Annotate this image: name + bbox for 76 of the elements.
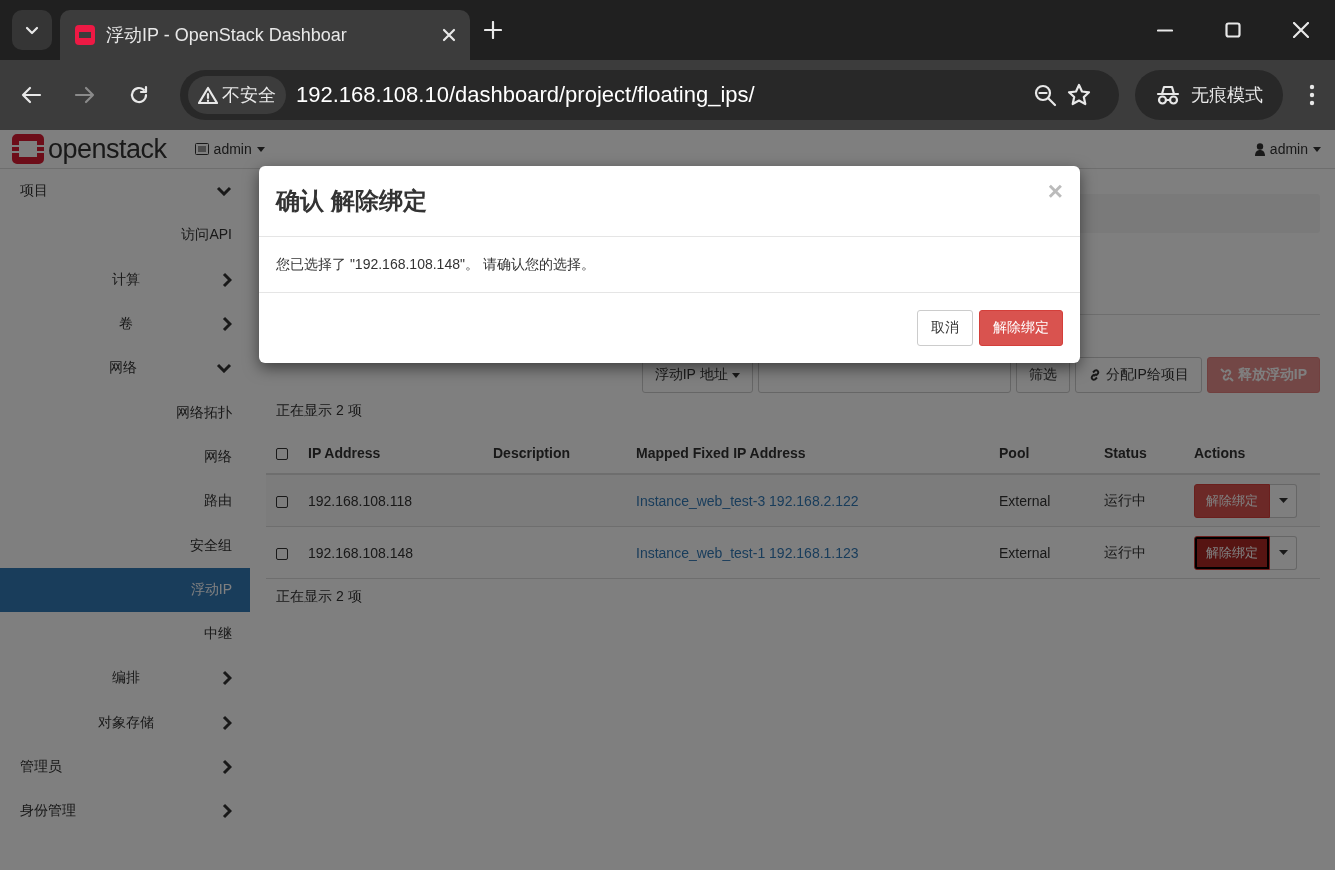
tab-search-button[interactable] — [12, 10, 52, 50]
caret-down-icon — [731, 372, 740, 378]
table-cell: 运行中 — [1094, 526, 1184, 579]
nav-group[interactable]: 网络 — [0, 346, 250, 391]
nav-item[interactable]: 网络 — [0, 434, 250, 480]
nav-item[interactable]: 路由 — [0, 479, 250, 524]
chevron-down-icon — [216, 186, 232, 197]
caret-down-icon — [256, 146, 265, 152]
chevron-right-icon — [222, 316, 232, 333]
user-icon — [1254, 142, 1265, 156]
more-vertical-icon — [1309, 84, 1315, 106]
user-dropdown[interactable]: admin — [1254, 141, 1321, 157]
star-icon[interactable] — [1067, 83, 1091, 107]
maximize-icon — [1225, 22, 1241, 38]
reload-icon — [128, 84, 150, 106]
server-list-icon — [194, 143, 209, 155]
project-dropdown[interactable]: admin — [194, 141, 265, 157]
openstack-logo-icon — [12, 134, 44, 164]
nav-group[interactable]: 编排 — [0, 656, 250, 701]
chevron-right-icon — [222, 670, 232, 687]
cancel-button[interactable]: 取消 — [917, 310, 973, 346]
disassociate-button[interactable]: 解除绑定 — [1194, 483, 1270, 518]
select-all-checkbox[interactable] — [276, 447, 288, 460]
warning-icon — [198, 86, 218, 104]
browser-tab[interactable]: 浮动IP - OpenStack Dashboar — [60, 10, 470, 60]
chevron-right-icon — [222, 271, 232, 288]
table-cell: External — [989, 474, 1094, 527]
zoom-out-icon[interactable] — [1033, 83, 1057, 107]
nav-group[interactable]: 身份管理 — [0, 789, 250, 834]
instance-link[interactable]: Instance_web_test-3 192.168.2.122 — [636, 492, 859, 509]
actions-dropdown-button[interactable] — [1270, 535, 1297, 570]
chevron-down-icon — [216, 363, 232, 374]
nav-item[interactable]: 安全组 — [0, 523, 250, 568]
dialog-title: 确认 解除绑定 — [276, 186, 428, 216]
dialog-message: 您已选择了 "192.168.108.148"。 请确认您的选择。 — [276, 255, 595, 274]
row-checkbox[interactable] — [276, 547, 288, 560]
confirm-button[interactable]: 解除绑定 — [979, 310, 1063, 346]
nav-group[interactable]: 对象存储 — [0, 700, 250, 745]
table-cell: External — [989, 526, 1094, 579]
close-icon[interactable] — [442, 28, 456, 42]
chevron-right-icon — [222, 714, 232, 731]
address-bar[interactable]: 不安全 192.168.108.10/dashboard/project/floating_ips/ — [180, 70, 1119, 120]
nav-group[interactable]: 管理员 — [0, 744, 250, 790]
openstack-logo-icon — [74, 24, 96, 46]
nav-item[interactable]: 浮动IP — [0, 567, 250, 612]
plus-icon — [484, 21, 502, 39]
table-cell: 192.168.108.148 — [298, 526, 483, 579]
actions-dropdown-button[interactable] — [1270, 483, 1297, 518]
table-cell: 192.168.108.118 — [298, 474, 483, 527]
chevron-right-icon — [222, 759, 232, 775]
url-text: 192.168.108.10/dashboard/project/floating_ips/ — [296, 82, 756, 108]
minimize-icon — [1157, 28, 1173, 32]
incognito-icon — [1155, 84, 1181, 106]
caret-down-icon — [1313, 146, 1321, 152]
allocate-ip-button[interactable]: 分配IP给项目 — [1074, 357, 1202, 393]
forward-arrow-icon — [74, 84, 96, 106]
item-count: 正在显示 2 项 — [276, 588, 363, 604]
row-checkbox[interactable] — [276, 495, 288, 508]
caret-down-icon — [1278, 550, 1288, 555]
chevron-right-icon — [222, 803, 232, 820]
caret-down-icon — [1278, 498, 1288, 503]
nav-group[interactable]: 卷 — [0, 301, 250, 347]
security-chip[interactable]: 不安全 — [188, 76, 286, 114]
back-arrow-icon — [20, 84, 42, 106]
openstack-logo-text: openstack — [48, 133, 167, 165]
close-icon — [1293, 22, 1309, 38]
item-count: 正在显示 2 项 — [276, 402, 363, 418]
nav-group[interactable]: 项目 — [0, 169, 250, 214]
incognito-button[interactable]: 无痕模式 — [1135, 70, 1283, 120]
nav-item[interactable]: 访问API — [0, 213, 250, 258]
nav-item[interactable]: 网络拓扑 — [0, 390, 250, 435]
nav-group[interactable]: 计算 — [0, 257, 250, 302]
tab-title: 浮动IP - OpenStack Dashboar — [106, 24, 348, 47]
table-cell: 运行中 — [1094, 474, 1184, 527]
instance-link[interactable]: Instance_web_test-1 192.168.1.123 — [636, 544, 859, 561]
disassociate-button[interactable]: 解除绑定 — [1194, 535, 1270, 570]
